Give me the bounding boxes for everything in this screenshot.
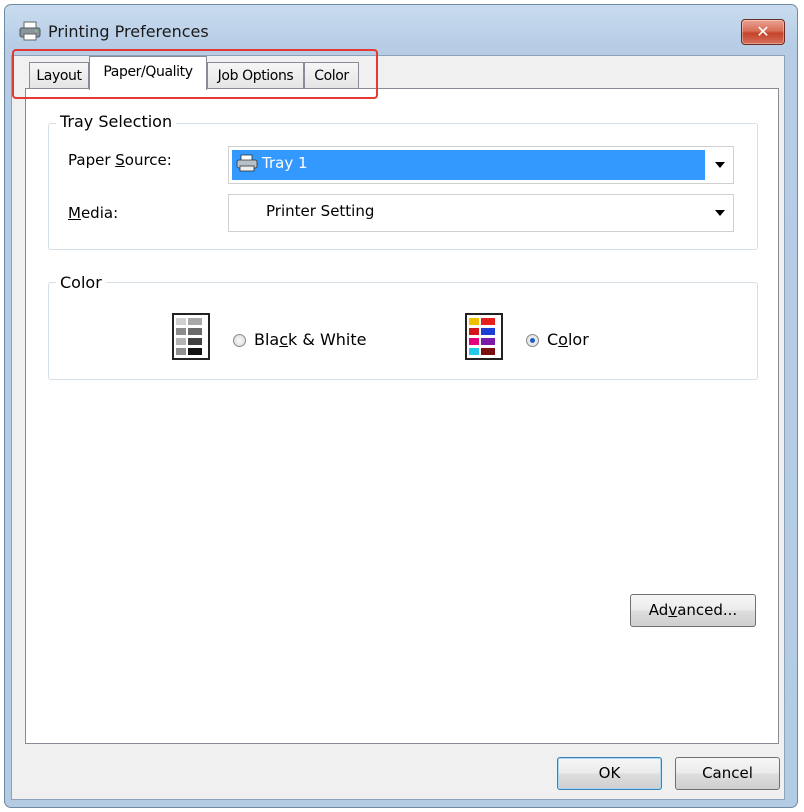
tab-paper-quality[interactable]: Paper/Quality (89, 56, 207, 90)
paper-source-selected: Tray 1 (232, 150, 705, 180)
grayscale-page-icon (172, 313, 210, 360)
black-white-label[interactable]: Black & White (254, 330, 366, 350)
chevron-down-icon (715, 162, 725, 168)
media-dropdown[interactable]: Printer Setting (228, 194, 734, 232)
tab-layout[interactable]: Layout (29, 62, 89, 89)
color-group (48, 282, 758, 380)
media-label: Media: (68, 204, 119, 222)
paper-source-label: Paper Source: (68, 151, 172, 169)
color-radio-label[interactable]: Color (547, 330, 589, 350)
printer-icon (19, 21, 41, 41)
window-title: Printing Preferences (48, 22, 209, 41)
close-icon: ✕ (756, 22, 770, 41)
black-white-radio[interactable] (233, 334, 246, 347)
tab-job-options[interactable]: Job Options (207, 62, 304, 89)
color-page-icon (465, 313, 503, 360)
color-group-title: Color (56, 273, 106, 293)
advanced-button[interactable]: Advanced... (630, 594, 756, 627)
media-value: Printer Setting (266, 202, 375, 220)
tray-printer-icon (236, 154, 258, 172)
paper-source-dropdown[interactable]: Tray 1 (228, 146, 734, 184)
cancel-button[interactable]: Cancel (675, 757, 780, 790)
close-button[interactable]: ✕ (741, 19, 785, 45)
ok-button[interactable]: OK (557, 757, 662, 790)
color-radio[interactable] (526, 334, 539, 347)
paper-source-value: Tray 1 (262, 154, 308, 172)
tab-color[interactable]: Color (304, 62, 359, 89)
chevron-down-icon (715, 210, 725, 216)
tray-selection-title: Tray Selection (56, 112, 177, 132)
